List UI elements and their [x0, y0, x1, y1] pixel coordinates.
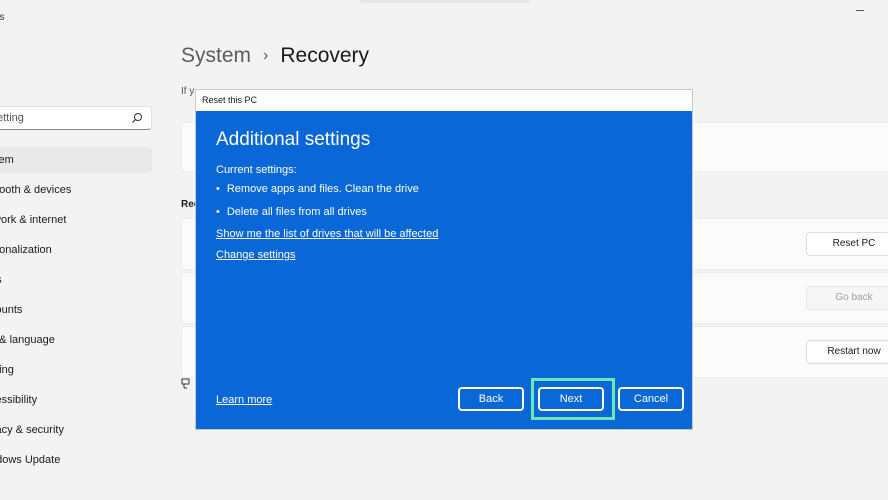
dialog-heading: Additional settings — [216, 129, 371, 150]
go-back-button[interactable]: Go back — [806, 286, 888, 310]
sidebar-item-label: ps — [0, 267, 2, 293]
page-description: If y — [181, 86, 195, 97]
sidebar-item-system[interactable]: stem — [0, 147, 152, 173]
restart-now-button[interactable]: Restart now — [806, 340, 888, 364]
learn-more-link[interactable]: Learn more — [216, 394, 272, 406]
page-title: Recovery — [280, 44, 370, 67]
bullet-glyph: • — [216, 206, 220, 218]
breadcrumb: System › Recovery — [181, 44, 369, 68]
minimize-icon[interactable] — [856, 10, 864, 11]
sidebar-item-label: cessibility — [0, 394, 38, 406]
app-title: gs — [0, 12, 5, 23]
bullet-text: Remove apps and files. Clean the drive — [226, 183, 419, 195]
show-drives-link[interactable]: Show me the list of drives that will be … — [216, 228, 438, 240]
chevron-right-icon: › — [263, 47, 269, 64]
search-input[interactable] — [0, 111, 119, 125]
settings-search-box[interactable] — [0, 106, 152, 130]
cancel-button[interactable]: Cancel — [618, 387, 684, 411]
current-settings-label: Current settings: — [216, 164, 297, 176]
sidebar-item-time-language[interactable]: e & language — [0, 327, 152, 353]
sidebar-item-network[interactable]: twork & internet — [0, 207, 152, 233]
sidebar-item-windows-update[interactable]: ndows Update — [0, 447, 152, 473]
reset-pc-dialog: Reset this PC Additional settings Curren… — [195, 89, 693, 430]
sidebar-item-apps[interactable]: ps — [0, 267, 152, 293]
bullet-text: Delete all files from all drives — [226, 206, 367, 218]
dialog-titlebar: Reset this PC — [196, 90, 692, 111]
help-icon[interactable] — [181, 378, 193, 390]
sidebar-item-label: ming — [0, 364, 14, 376]
next-button[interactable]: Next — [538, 387, 604, 411]
sidebar-item-accounts[interactable]: counts — [0, 297, 152, 323]
dialog-window-title: Reset this PC — [202, 95, 258, 105]
sidebar-item-bluetooth[interactable]: etooth & devices — [0, 177, 152, 203]
bullet-item: • Remove apps and files. Clean the drive — [216, 183, 419, 195]
sidebar-item-gaming[interactable]: ming — [0, 357, 152, 383]
window-drag-region — [360, 0, 530, 3]
sidebar-item-privacy-security[interactable]: vacy & security — [0, 417, 152, 443]
sidebar-item-label: counts — [0, 304, 23, 316]
search-icon[interactable] — [131, 112, 143, 124]
sidebar-item-label: rsonalization — [0, 244, 52, 256]
sidebar-item-label: etooth & devices — [0, 184, 72, 196]
sidebar-item-accessibility[interactable]: cessibility — [0, 387, 152, 413]
bullet-glyph: • — [216, 183, 220, 195]
sidebar-item-label: vacy & security — [0, 424, 64, 436]
reset-pc-button[interactable]: Reset PC — [806, 232, 888, 256]
sidebar-item-personalization[interactable]: rsonalization — [0, 237, 152, 263]
back-button[interactable]: Back — [458, 387, 524, 411]
change-settings-link[interactable]: Change settings — [216, 249, 296, 261]
sidebar-item-label: twork & internet — [0, 214, 67, 226]
bullet-item: • Delete all files from all drives — [216, 206, 367, 218]
sidebar-item-label: stem — [0, 154, 14, 166]
sidebar-item-label: ndows Update — [0, 454, 61, 466]
sidebar-item-label: e & language — [0, 334, 55, 346]
breadcrumb-system[interactable]: System — [181, 44, 251, 67]
